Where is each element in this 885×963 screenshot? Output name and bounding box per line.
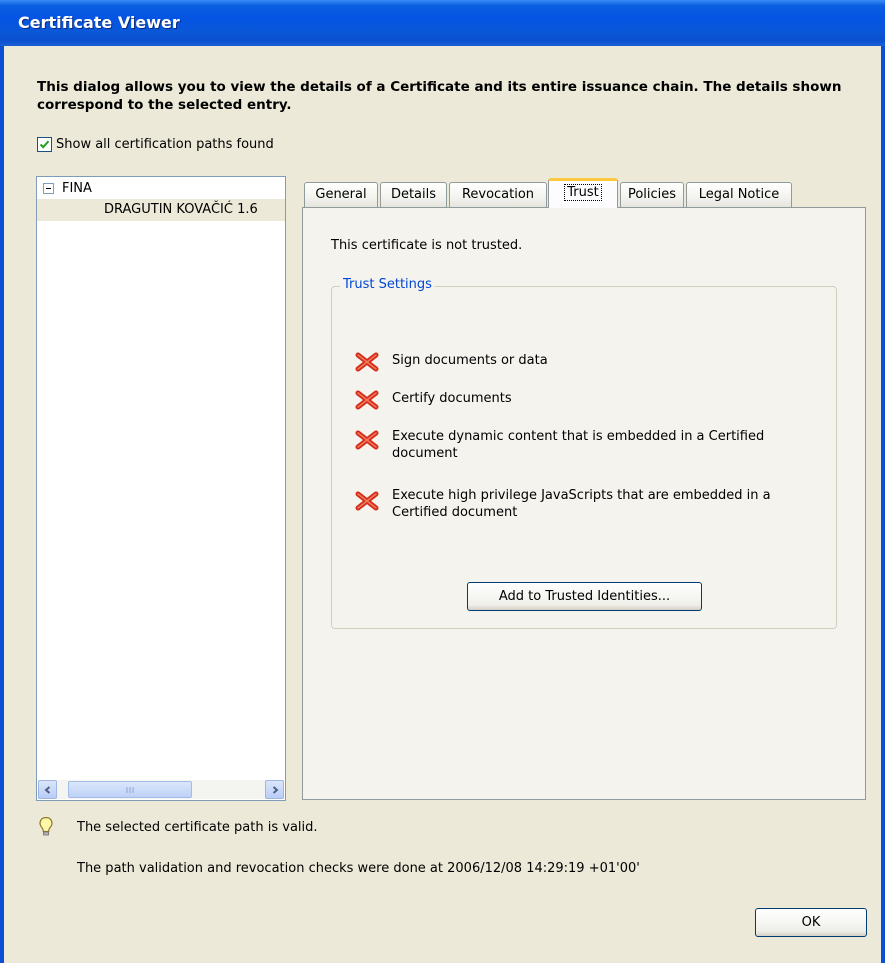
certificate-viewer-window: Certificate Viewer This dialog allows yo… bbox=[0, 0, 885, 963]
tab-trust[interactable]: Trust bbox=[548, 178, 618, 208]
intro-text: This dialog allows you to view the detai… bbox=[37, 79, 842, 113]
title-bar[interactable]: Certificate Viewer bbox=[0, 0, 885, 46]
arrow-left-icon bbox=[43, 785, 50, 794]
add-to-trusted-identities-button[interactable]: Add to Trusted Identities... bbox=[467, 582, 702, 611]
tab-legal-notice-label: Legal Notice bbox=[698, 187, 780, 202]
tab-policies-label: Policies bbox=[627, 187, 677, 202]
deny-icon bbox=[355, 430, 379, 450]
trust-status-text: This certificate is not trusted. bbox=[331, 238, 523, 253]
show-all-paths-checkbox[interactable]: Show all certification paths found bbox=[37, 137, 274, 152]
lightbulb-icon bbox=[39, 816, 53, 836]
trust-item: Sign documents or data bbox=[354, 352, 772, 372]
tab-details-label: Details bbox=[390, 187, 437, 202]
deny-icon bbox=[355, 491, 379, 511]
scroll-thumb[interactable] bbox=[68, 781, 192, 798]
window-frame-left bbox=[0, 46, 4, 963]
tab-revocation[interactable]: Revocation bbox=[449, 182, 547, 207]
tree-item-selected[interactable]: DRAGUTIN KOVAČIĆ 1.6 bbox=[37, 199, 285, 221]
deny-icon bbox=[355, 390, 379, 410]
tab-general-label: General bbox=[315, 187, 367, 202]
trust-item-label: Execute high privilege JavaScripts that … bbox=[392, 488, 771, 520]
scroll-left-button[interactable] bbox=[38, 780, 57, 799]
trust-item-label: Execute dynamic content that is embedded… bbox=[392, 429, 765, 461]
trust-settings-label: Trust Settings bbox=[340, 277, 435, 292]
trust-item-label: Certify documents bbox=[392, 391, 512, 406]
tab-policies[interactable]: Policies bbox=[620, 182, 684, 207]
scroll-right-button[interactable] bbox=[265, 780, 284, 799]
tree-item-root-label: FINA bbox=[62, 181, 92, 196]
tab-general[interactable]: General bbox=[304, 182, 378, 207]
trust-item: Certify documents bbox=[354, 390, 772, 410]
grip-icon bbox=[126, 786, 134, 793]
trust-item: Execute high privilege JavaScripts that … bbox=[354, 487, 772, 521]
collapse-icon[interactable] bbox=[43, 183, 54, 194]
tab-trust-label: Trust bbox=[564, 184, 602, 201]
trust-item: Execute dynamic content that is embedded… bbox=[354, 428, 772, 462]
show-all-paths-label: Show all certification paths found bbox=[56, 137, 274, 152]
checkbox-box[interactable] bbox=[37, 137, 52, 152]
trust-settings-group: Trust Settings Sign documents or data Ce… bbox=[331, 277, 837, 629]
deny-icon bbox=[355, 352, 379, 372]
trust-panel: This certificate is not trusted. Trust S… bbox=[302, 207, 866, 800]
path-valid-text: The selected certificate path is valid. bbox=[77, 820, 318, 835]
check-icon bbox=[39, 140, 50, 149]
trust-item-label: Sign documents or data bbox=[392, 353, 548, 368]
tab-details[interactable]: Details bbox=[380, 182, 447, 207]
window-frame-right bbox=[881, 46, 885, 963]
tab-revocation-label: Revocation bbox=[461, 187, 535, 202]
arrow-right-icon bbox=[272, 785, 279, 794]
tree-item-root[interactable]: FINA bbox=[43, 181, 92, 196]
ok-button[interactable]: OK bbox=[755, 908, 867, 937]
certificate-tree[interactable]: FINA DRAGUTIN KOVAČIĆ 1.6 bbox=[36, 176, 286, 801]
tab-legal-notice[interactable]: Legal Notice bbox=[686, 182, 792, 207]
validation-timestamp-text: The path validation and revocation check… bbox=[77, 861, 640, 876]
window-title: Certificate Viewer bbox=[18, 13, 180, 32]
horizontal-scrollbar[interactable] bbox=[38, 780, 284, 799]
